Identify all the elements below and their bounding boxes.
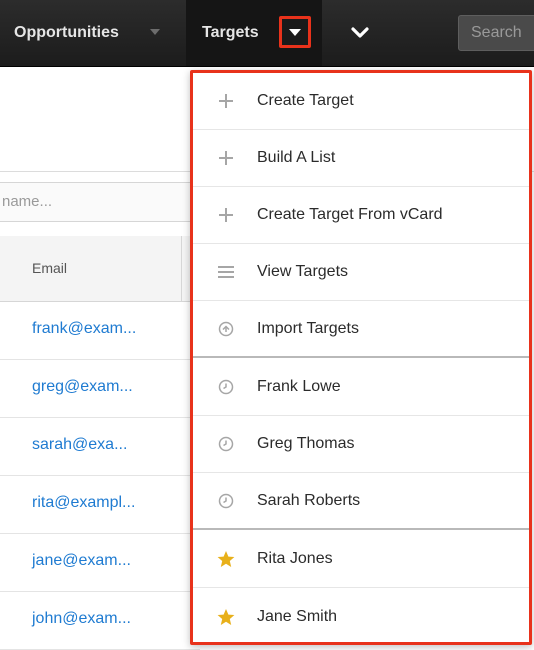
menu-item-favorite-rita-jones[interactable]: Rita Jones — [193, 531, 529, 588]
targets-dropdown-toggle[interactable] — [279, 16, 311, 48]
email-link[interactable]: jane@exam... — [32, 552, 131, 570]
menu-item-label: Import Targets — [257, 319, 359, 337]
list-icon — [217, 263, 235, 281]
menu-item-recent-frank-lowe[interactable]: Frank Lowe — [193, 359, 529, 416]
column-header-email[interactable]: Email — [32, 260, 67, 276]
import-icon — [217, 320, 235, 338]
clock-icon — [217, 492, 235, 510]
menu-item-label: Frank Lowe — [257, 378, 341, 395]
column-header-row: Email — [0, 236, 200, 302]
menu-item-create-target-from-vcard[interactable]: Create Target From vCard — [193, 187, 529, 244]
table-row: john@exam... — [0, 592, 200, 650]
opportunities-caret-icon[interactable] — [150, 29, 160, 35]
email-link[interactable]: greg@exam... — [32, 378, 133, 396]
table-row: rita@exampl... — [0, 476, 200, 534]
plus-icon — [217, 92, 235, 110]
chevron-down-icon — [351, 27, 369, 38]
menu-item-label: Rita Jones — [257, 550, 333, 567]
email-link[interactable]: rita@exampl... — [32, 494, 135, 512]
clock-icon — [217, 378, 235, 396]
more-modules-button[interactable] — [345, 20, 375, 46]
global-search-input[interactable]: Search — [458, 15, 534, 51]
caret-down-icon — [289, 28, 301, 36]
menu-item-label: Create Target — [257, 92, 354, 109]
search-placeholder: Search — [471, 24, 522, 41]
menu-item-label: Create Target From vCard — [257, 206, 443, 223]
menu-item-import-targets[interactable]: Import Targets — [193, 301, 529, 358]
plus-icon — [217, 149, 235, 167]
tab-opportunities[interactable]: Opportunities — [0, 0, 172, 66]
menu-item-label: Sarah Roberts — [257, 491, 361, 509]
star-icon — [217, 550, 235, 568]
filter-placeholder: name... — [2, 193, 53, 210]
email-link[interactable]: frank@exam... — [32, 320, 136, 338]
menu-item-favorite-jane-smith[interactable]: Jane Smith — [193, 588, 529, 645]
top-navbar: Opportunities Targets Search — [0, 0, 534, 67]
targets-dropdown-menu: Create Target Build A List Create Target… — [190, 70, 532, 645]
tab-targets-label: Targets — [202, 24, 259, 41]
menu-item-label: Build A List — [257, 149, 336, 166]
email-link[interactable]: john@exam... — [32, 610, 131, 628]
menu-item-label: View Targets — [257, 263, 349, 280]
email-link[interactable]: sarah@exa... — [32, 436, 127, 454]
menu-item-create-target[interactable]: Create Target — [193, 73, 529, 130]
menu-item-view-targets[interactable]: View Targets — [193, 244, 529, 301]
menu-item-recent-sarah-roberts[interactable]: Sarah Roberts — [193, 473, 529, 530]
menu-item-label: Greg Thomas — [257, 435, 355, 452]
tab-opportunities-label: Opportunities — [14, 24, 119, 41]
clock-icon — [217, 435, 235, 453]
column-divider — [181, 236, 182, 302]
table-row: frank@exam... — [0, 302, 200, 360]
filter-input[interactable]: name... — [0, 182, 200, 222]
plus-icon — [217, 206, 235, 224]
menu-item-label: Jane Smith — [257, 607, 338, 625]
table-row: sarah@exa... — [0, 418, 200, 476]
menu-item-recent-greg-thomas[interactable]: Greg Thomas — [193, 416, 529, 473]
table-row: greg@exam... — [0, 360, 200, 418]
star-icon — [217, 608, 235, 626]
menu-item-build-a-list[interactable]: Build A List — [193, 130, 529, 187]
table-row: jane@exam... — [0, 534, 200, 592]
